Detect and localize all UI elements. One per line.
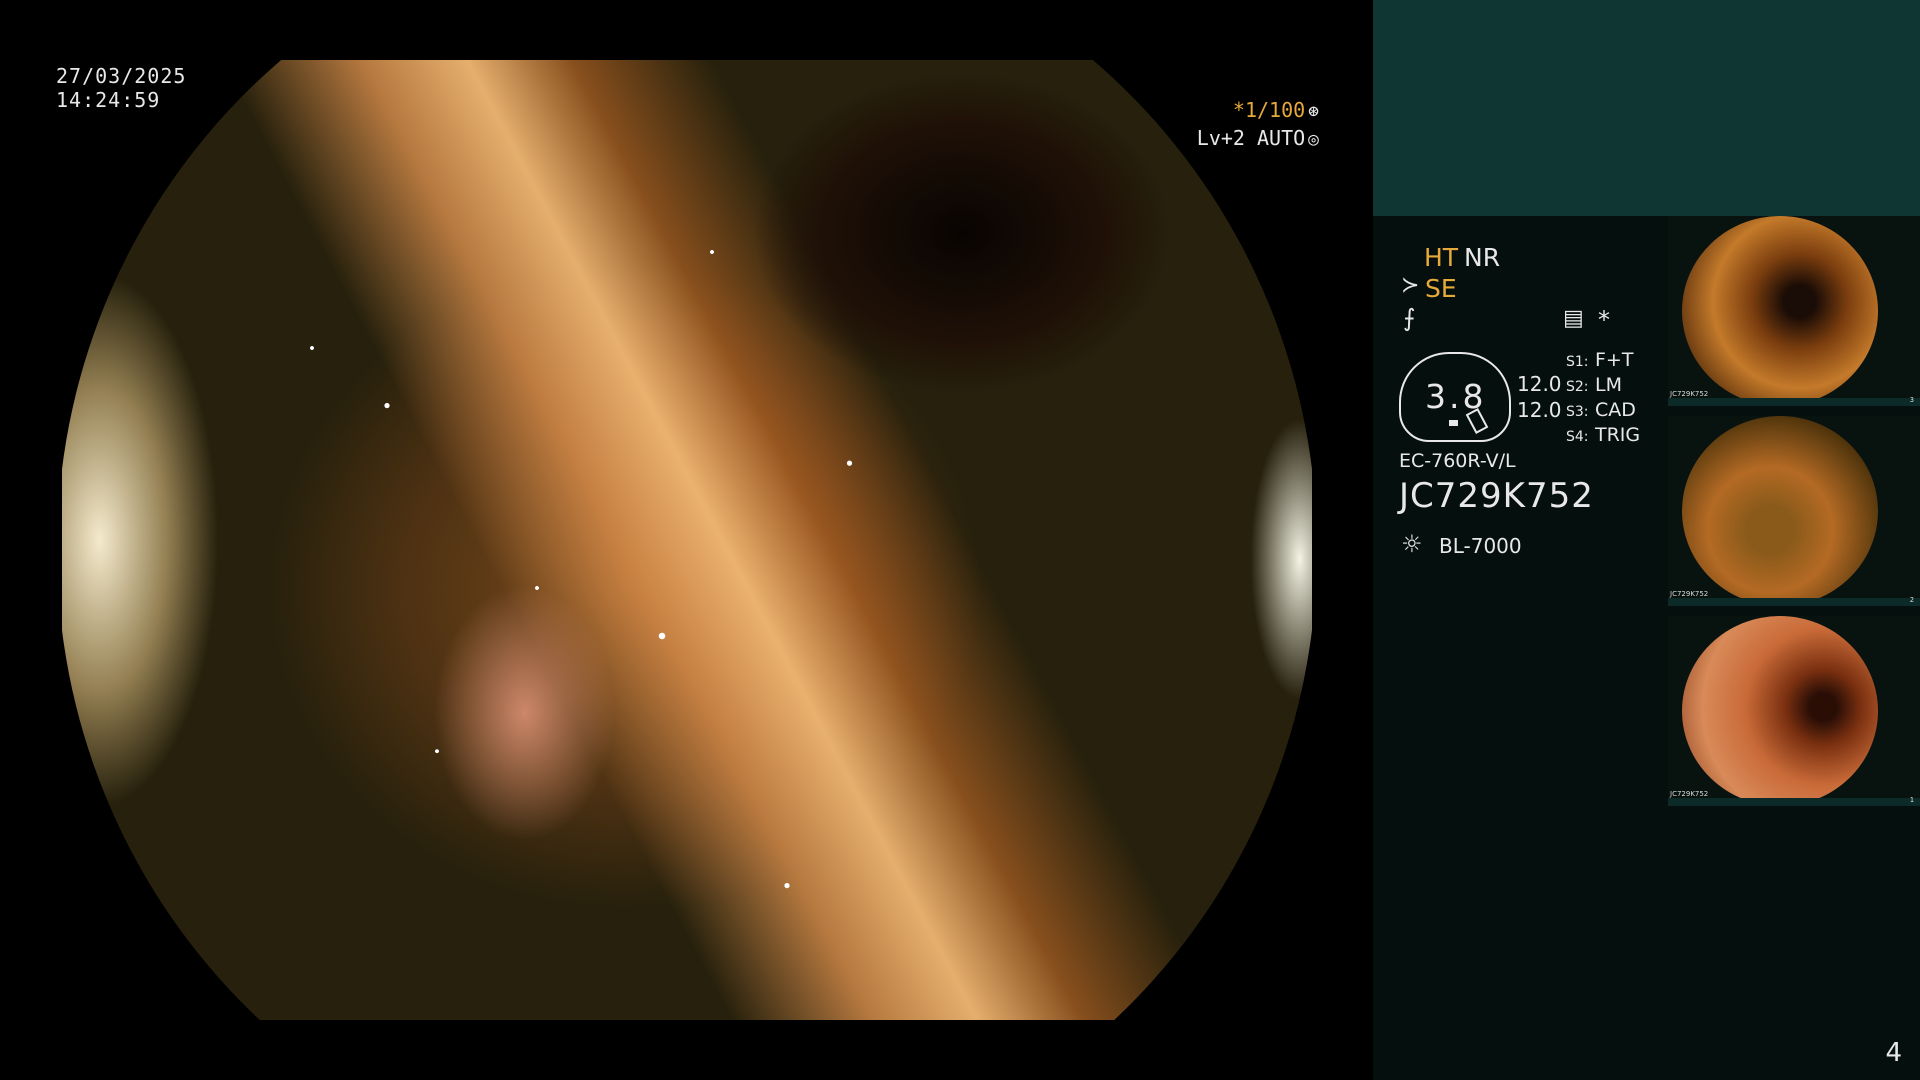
switch-value: CAD bbox=[1595, 399, 1636, 421]
magnification-2: 12.0 bbox=[1517, 398, 1562, 422]
ht-indicator: HT bbox=[1424, 243, 1459, 272]
endoscope-live-view: 27/03/2025 14:24:59 *1/100 ⊛ Lv+2 AUTO ◎ bbox=[0, 0, 1373, 1080]
thumbnail-bar bbox=[1668, 398, 1920, 406]
nr-indicator: NR bbox=[1464, 243, 1501, 272]
switch-value: TRIG bbox=[1595, 424, 1641, 446]
shutter-value: *1/100 bbox=[1232, 98, 1306, 122]
magnification-1: 12.0 bbox=[1517, 372, 1562, 396]
shutter-icon: ⊛ bbox=[1308, 101, 1319, 122]
thumbnail-number: 3 bbox=[1909, 396, 1914, 404]
endoscopic-image bbox=[62, 60, 1312, 1020]
thumbnail-label: JC729K752 bbox=[1670, 790, 1709, 798]
thumbnail-label: JC729K752 bbox=[1670, 590, 1709, 598]
light-source-label: BL-7000 bbox=[1439, 534, 1522, 558]
brightness-level: Lv+2 AUTO ◎ bbox=[1197, 126, 1319, 150]
page-number: 4 bbox=[1885, 1038, 1902, 1068]
light-source-icon: ☼ bbox=[1401, 530, 1423, 558]
switch-value: F+T bbox=[1595, 349, 1634, 371]
filter-icon: ⨍ bbox=[1403, 304, 1416, 332]
structure-enhance-icon: ≻ bbox=[1401, 273, 1420, 298]
panel-header bbox=[1373, 0, 1920, 216]
scope-model: EC-760R-V/L bbox=[1399, 450, 1516, 472]
captured-thumbnail[interactable]: JC729K752 1 bbox=[1668, 616, 1920, 806]
scope-serial: JC729K752 bbox=[1399, 476, 1594, 516]
zoom-marker-icon bbox=[1449, 420, 1458, 426]
thumbnail-number: 2 bbox=[1909, 596, 1914, 604]
star-icon: * bbox=[1598, 306, 1610, 334]
shutter-speed: *1/100 ⊛ bbox=[1233, 98, 1319, 122]
level-value: Lv+2 AUTO bbox=[1196, 126, 1306, 150]
switch-key: S1: bbox=[1566, 354, 1589, 370]
se-indicator: SE bbox=[1425, 274, 1457, 303]
thumbnail-bar bbox=[1668, 798, 1920, 806]
thumbnail-image bbox=[1682, 616, 1878, 806]
switch-key: S2: bbox=[1566, 379, 1589, 395]
captured-thumbnail[interactable]: JC729K752 3 bbox=[1668, 216, 1920, 406]
captured-thumbnail[interactable]: JC729K752 2 bbox=[1668, 416, 1920, 606]
menu-icon: ▤ bbox=[1563, 306, 1584, 331]
thumbnail-bar bbox=[1668, 598, 1920, 606]
info-side-panel: HT NR ≻ SE ⨍ ▤ * 3.8 12.0 12.0 S1: F+T S… bbox=[1373, 0, 1920, 1080]
iris-icon: ◎ bbox=[1308, 129, 1319, 150]
switch-key: S4: bbox=[1566, 429, 1589, 445]
thumbnail-number: 1 bbox=[1909, 796, 1914, 804]
time-text: 14:24:59 bbox=[56, 88, 161, 112]
switch-key: S3: bbox=[1566, 404, 1589, 420]
thumbnail-image bbox=[1682, 216, 1878, 406]
thumbnail-label: JC729K752 bbox=[1670, 390, 1709, 398]
thumbnail-image bbox=[1682, 416, 1878, 606]
switch-value: LM bbox=[1595, 374, 1622, 396]
date-text: 27/03/2025 bbox=[56, 64, 187, 88]
